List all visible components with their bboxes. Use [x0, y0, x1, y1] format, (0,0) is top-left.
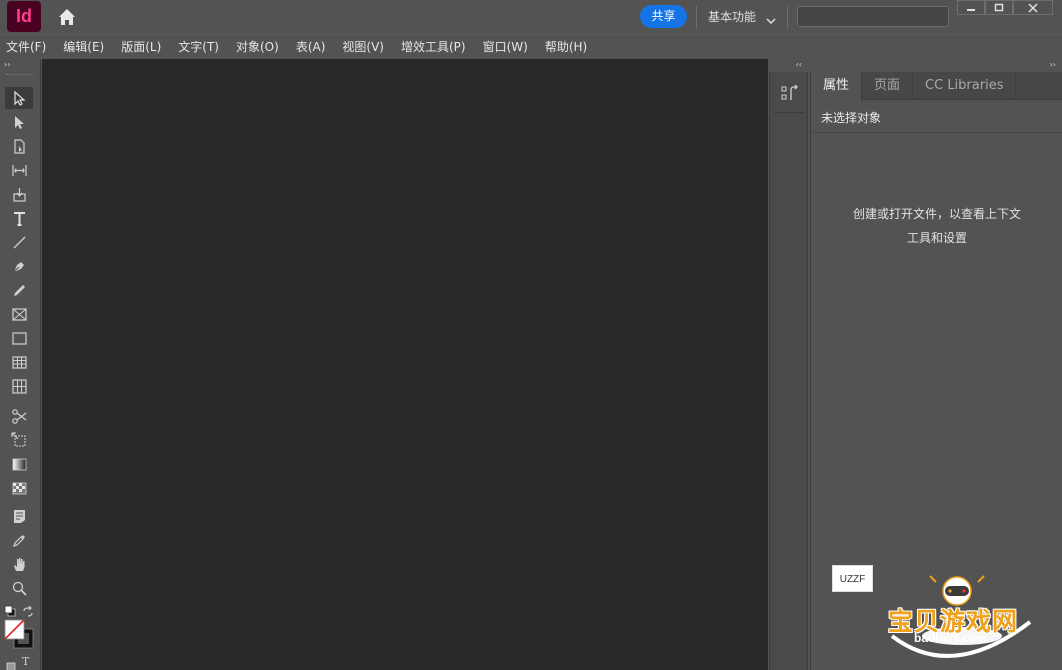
- selection-arrow-icon: [13, 90, 26, 106]
- eyedropper-icon: [12, 534, 25, 547]
- document-canvas[interactable]: [42, 59, 768, 670]
- home-icon[interactable]: [56, 6, 78, 28]
- gradient-feather-tool[interactable]: [5, 477, 33, 499]
- properties-collapse-toggle[interactable]: ››: [810, 59, 1062, 72]
- minimize-button[interactable]: [957, 0, 985, 15]
- site-watermark: 宝贝游戏网 baobeiy.com: [882, 574, 1038, 668]
- indesign-logo: Id: [7, 1, 41, 32]
- divider: [811, 132, 1062, 133]
- context-hint: 创建或打开文件，以查看上下文 工具和设置: [831, 202, 1043, 250]
- share-button[interactable]: 共享: [640, 5, 687, 28]
- close-button[interactable]: [1013, 0, 1053, 15]
- hand-icon: [13, 557, 24, 571]
- fill-stroke-swatch[interactable]: [4, 619, 34, 649]
- hand-tool[interactable]: [5, 553, 33, 575]
- table-icon: [11, 355, 27, 369]
- collapsed-panel-strip: [769, 72, 808, 670]
- line-tool[interactable]: [5, 231, 33, 253]
- table-tool[interactable]: [5, 351, 33, 373]
- pencil-icon: [13, 284, 25, 296]
- zoom-icon: [12, 581, 27, 596]
- panel-grip[interactable]: [6, 74, 34, 77]
- rectangle-tool[interactable]: [5, 327, 33, 349]
- tab-properties[interactable]: 属性: [811, 72, 863, 101]
- uzzf-watermark: UZZF: [832, 565, 873, 592]
- workspace-switcher[interactable]: 基本功能: [708, 8, 756, 25]
- search-input[interactable]: [797, 6, 949, 27]
- menu-plugins[interactable]: 增效工具(P): [401, 38, 466, 55]
- grid-icon: [11, 378, 27, 394]
- minimize-icon: [967, 8, 975, 11]
- zoom-tool[interactable]: [5, 577, 33, 599]
- context-hint-line: 创建或打开文件，以查看上下文: [852, 207, 1021, 221]
- watermark-url: baobeiy.com: [914, 631, 987, 645]
- divider: [696, 6, 697, 28]
- direct-selection-tool[interactable]: [5, 111, 33, 133]
- maximize-button[interactable]: [985, 0, 1013, 15]
- page-icon: [13, 138, 25, 154]
- content-collector-icon: [12, 187, 26, 202]
- pen-tool[interactable]: [5, 255, 33, 277]
- close-icon: [1028, 2, 1038, 13]
- scissors-tool[interactable]: [5, 405, 33, 427]
- pencil-tool[interactable]: [5, 279, 33, 301]
- menu-file[interactable]: 文件(F): [6, 38, 46, 55]
- tab-cc-libraries[interactable]: CC Libraries: [913, 72, 1017, 100]
- line-icon: [13, 236, 25, 248]
- default-fill-stroke-icon[interactable]: [4, 602, 16, 617]
- menu-view[interactable]: 视图(V): [342, 38, 384, 55]
- gradient-swatch-tool[interactable]: [5, 453, 33, 475]
- strip-collapse-toggle[interactable]: ‹‹: [769, 59, 808, 72]
- scissors-icon: [11, 408, 26, 424]
- panel-style-icon[interactable]: [780, 84, 800, 104]
- formatting-container-icon[interactable]: [6, 657, 16, 670]
- page-tool[interactable]: [5, 135, 33, 157]
- free-transform-tool[interactable]: [5, 429, 33, 451]
- menu-table[interactable]: 表(A): [296, 38, 326, 55]
- formatting-text-icon[interactable]: T: [22, 655, 29, 668]
- menu-bar: 文件(F) 编辑(E) 版面(L) 文字(T) 对象(O) 表(A) 视图(V)…: [0, 34, 1062, 58]
- content-collector-tool[interactable]: [5, 183, 33, 205]
- free-transform-icon: [10, 431, 25, 446]
- rectangle-frame-icon: [11, 307, 27, 321]
- direct-selection-arrow-icon: [14, 115, 24, 129]
- gradient-icon: [12, 458, 26, 470]
- pen-icon: [13, 261, 24, 272]
- tools-collapse-toggle[interactable]: ››: [0, 59, 40, 72]
- divider: [774, 112, 804, 113]
- context-hint-line: 工具和设置: [906, 231, 967, 245]
- gap-icon: [11, 164, 27, 176]
- note-icon: [13, 509, 25, 523]
- rectangle-icon: [11, 331, 27, 345]
- eyedropper-tool[interactable]: [5, 529, 33, 551]
- gap-tool[interactable]: [5, 159, 33, 181]
- menu-edit[interactable]: 编辑(E): [63, 38, 104, 55]
- selection-tool[interactable]: [5, 87, 33, 109]
- type-tool[interactable]: [5, 207, 33, 229]
- rectangle-frame-tool[interactable]: [5, 303, 33, 325]
- grid-tool[interactable]: [5, 375, 33, 397]
- menu-type[interactable]: 文字(T): [178, 38, 219, 55]
- menu-layout[interactable]: 版面(L): [121, 38, 161, 55]
- maximize-icon: [994, 3, 1004, 11]
- note-tool[interactable]: [5, 505, 33, 527]
- panel-tabs: 属性 页面 CC Libraries: [811, 72, 1062, 101]
- app-bar: Id 共享 基本功能: [0, 0, 1062, 34]
- menu-window[interactable]: 窗口(W): [483, 38, 528, 55]
- menu-object[interactable]: 对象(O): [236, 38, 279, 55]
- no-selection-label: 未选择对象: [821, 111, 882, 125]
- divider: [787, 6, 788, 28]
- gradient-feather-icon: [12, 482, 26, 494]
- tools-panel: ›› T: [0, 59, 41, 670]
- type-icon: [13, 211, 25, 226]
- swap-fill-stroke-icon[interactable]: [22, 603, 34, 617]
- tab-pages[interactable]: 页面: [862, 72, 914, 100]
- chevron-down-icon[interactable]: [766, 11, 776, 25]
- menu-help[interactable]: 帮助(H): [545, 38, 587, 55]
